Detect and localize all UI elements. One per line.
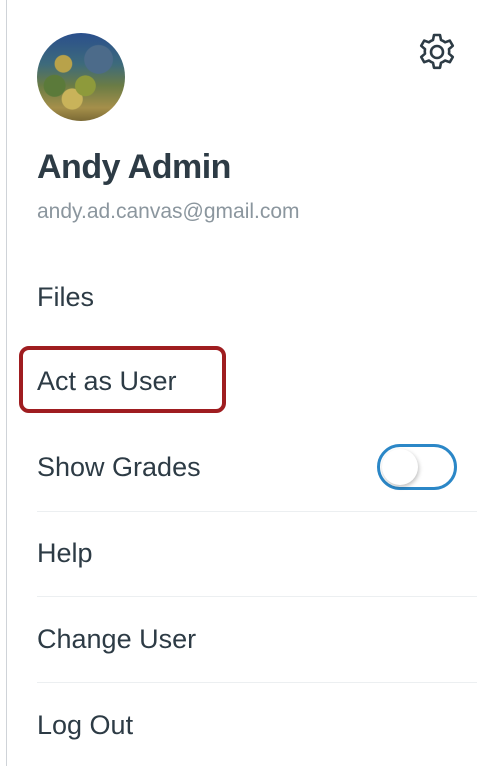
divider xyxy=(37,682,477,683)
show-grades-toggle[interactable] xyxy=(377,444,457,490)
menu-item-help[interactable]: Help xyxy=(37,538,467,569)
divider xyxy=(37,511,477,512)
avatar[interactable] xyxy=(37,33,125,121)
gear-icon[interactable] xyxy=(417,32,457,72)
user-name: Andy Admin xyxy=(37,148,231,186)
menu-item-log-out[interactable]: Log Out xyxy=(37,710,467,741)
menu-item-change-user[interactable]: Change User xyxy=(37,624,467,655)
menu-item-act-as-user[interactable]: Act as User xyxy=(37,366,467,397)
divider xyxy=(37,596,477,597)
user-email: andy.ad.canvas@gmail.com xyxy=(37,200,300,223)
toggle-knob xyxy=(382,449,418,485)
menu-item-files[interactable]: Files xyxy=(37,282,467,313)
profile-menu-panel: Andy Admin andy.ad.canvas@gmail.com File… xyxy=(6,0,477,766)
